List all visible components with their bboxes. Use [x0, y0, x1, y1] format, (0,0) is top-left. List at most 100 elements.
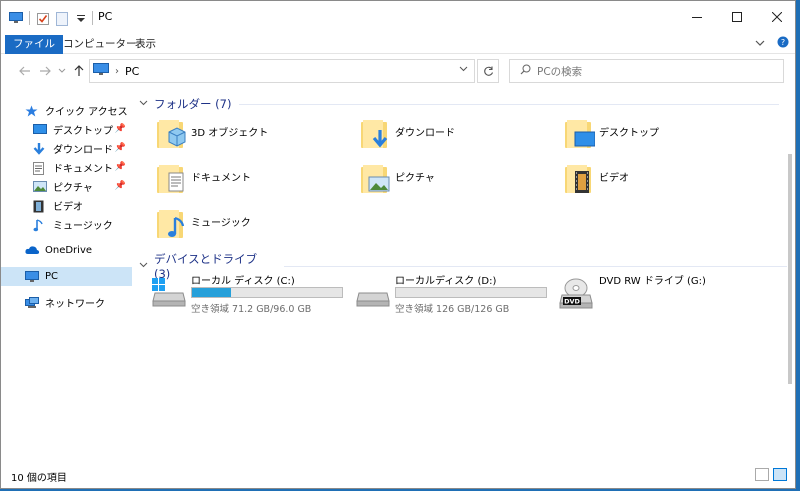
sidebar-item-desktop[interactable]: デスクトップ 📌 — [1, 120, 132, 139]
folder-desktop-icon — [563, 118, 596, 152]
properties-icon[interactable] — [36, 12, 50, 25]
content-pane: フォルダー (7) 3D オブジェクト ダウンロード デスクトップ ドキュメント… — [135, 94, 787, 464]
drive-c[interactable]: ローカル ディスク (C:) 空き領域 71.2 GB/96.0 GB — [151, 271, 351, 315]
download-arrow-icon — [33, 142, 47, 155]
sidebar-item-label: ピクチャ — [53, 183, 93, 194]
address-bar[interactable]: › PC — [89, 59, 475, 83]
folder-music-icon — [155, 208, 187, 242]
folder-videos[interactable]: ビデオ — [563, 163, 763, 203]
sidebar-item-onedrive[interactable]: OneDrive — [1, 241, 132, 260]
pin-icon[interactable]: 📌 — [115, 162, 126, 172]
navigation-row: › PC PCの検索 — [1, 56, 795, 86]
tab-view[interactable]: 表示 — [127, 35, 164, 54]
ribbon-tabs: ファイル コンピューター 表示 ? — [1, 33, 795, 54]
sidebar-item-music[interactable]: ミュージック — [1, 215, 132, 234]
computer-icon — [93, 63, 109, 79]
explorer-window: PC ファイル コンピューター 表示 ? › PC PCの検索 クイック アクセ… — [0, 0, 796, 489]
folder-desktop[interactable]: デスクトップ — [563, 118, 763, 158]
customize-toolbar-icon[interactable] — [76, 12, 86, 24]
close-button[interactable] — [757, 1, 795, 33]
new-folder-icon[interactable] — [56, 12, 70, 26]
folder-3d-objects-icon — [155, 118, 187, 152]
folder-pictures[interactable]: ピクチャ — [359, 163, 559, 203]
drive-usage-bar — [395, 287, 547, 298]
sidebar-item-downloads[interactable]: ダウンロード 📌 — [1, 139, 132, 158]
breadcrumb-pc[interactable]: PC — [125, 65, 139, 78]
folder-music[interactable]: ミュージック — [155, 208, 355, 248]
group-header-folders[interactable]: フォルダー (7) — [139, 96, 780, 112]
drive-d[interactable]: ローカルディスク (D:) 空き領域 126 GB/126 GB — [355, 271, 555, 315]
folder-label: ダウンロード — [395, 128, 455, 139]
folder-documents-icon — [155, 163, 187, 197]
sidebar-item-label: ネットワーク — [45, 299, 105, 310]
minimize-icon — [692, 17, 702, 18]
navigation-pane: クイック アクセス デスクトップ 📌 ダウンロード 📌 ドキュメント 📌 ピクチ… — [1, 94, 133, 464]
status-bar: 10 個の項目 — [1, 464, 795, 488]
folder-3d-objects[interactable]: 3D オブジェクト — [155, 118, 355, 158]
drive-label: DVD RW ドライブ (G:) — [599, 276, 706, 287]
forward-button[interactable] — [37, 63, 53, 79]
maximize-button[interactable] — [717, 1, 757, 33]
refresh-button[interactable] — [477, 59, 499, 83]
sidebar-item-quick-access[interactable]: クイック アクセス — [1, 101, 132, 120]
sidebar-item-label: ダウンロード — [53, 145, 113, 156]
chevron-down-icon — [139, 99, 148, 109]
folder-documents[interactable]: ドキュメント — [155, 163, 355, 203]
drive-g[interactable]: DVD DVD RW ドライブ (G:) — [559, 271, 759, 315]
folder-label: ミュージック — [191, 218, 251, 229]
folder-downloads[interactable]: ダウンロード — [359, 118, 559, 158]
address-dropdown-icon[interactable] — [459, 64, 468, 75]
title-bar: PC — [1, 1, 795, 33]
chevron-down-icon — [58, 68, 66, 73]
desktop-icon — [33, 123, 47, 136]
large-icons-view-icon[interactable] — [773, 468, 787, 481]
folder-downloads-icon — [359, 118, 391, 152]
sidebar-item-pc[interactable]: PC — [1, 267, 132, 286]
drive-free-space: 空き領域 126 GB/126 GB — [395, 304, 510, 315]
folder-videos-icon — [563, 163, 595, 197]
pin-icon[interactable]: 📌 — [115, 181, 126, 191]
dvd-drive-icon: DVD — [559, 277, 595, 309]
search-icon — [520, 64, 531, 78]
search-input[interactable]: PCの検索 — [509, 59, 784, 83]
vertical-scrollbar[interactable] — [785, 94, 795, 464]
folder-label: ビデオ — [599, 173, 629, 184]
pin-icon[interactable]: 📌 — [115, 143, 126, 153]
drive-usage-bar — [191, 287, 343, 298]
sidebar-item-label: ビデオ — [53, 202, 83, 213]
back-button[interactable] — [17, 63, 33, 79]
close-icon — [772, 12, 782, 22]
group-header-label: フォルダー (7) — [154, 97, 232, 111]
sidebar-item-documents[interactable]: ドキュメント 📌 — [1, 158, 132, 177]
details-view-icon[interactable] — [755, 468, 769, 481]
folder-label: 3D オブジェクト — [191, 128, 269, 139]
item-count: 10 個の項目 — [11, 473, 67, 484]
toolbar-divider — [29, 11, 30, 25]
sidebar-item-pictures[interactable]: ピクチャ 📌 — [1, 177, 132, 196]
minimize-button[interactable] — [677, 1, 717, 33]
sidebar-item-videos[interactable]: ビデオ — [1, 196, 132, 215]
scrollbar-thumb[interactable] — [788, 154, 792, 384]
svg-text:?: ? — [781, 38, 785, 47]
drive-label: ローカル ディスク (C:) — [191, 276, 295, 287]
up-button[interactable] — [71, 63, 87, 79]
sidebar-item-label: ドキュメント — [53, 164, 113, 175]
help-icon[interactable]: ? — [777, 36, 789, 51]
chevron-down-icon — [139, 261, 148, 271]
drive-free-space: 空き領域 71.2 GB/96.0 GB — [191, 304, 312, 315]
sidebar-item-network[interactable]: ネットワーク — [1, 293, 132, 312]
drive-usage-fill — [192, 288, 231, 297]
recent-locations-button[interactable] — [57, 63, 67, 79]
search-placeholder: PCの検索 — [537, 65, 583, 78]
music-note-icon — [33, 218, 47, 231]
computer-icon — [25, 270, 39, 283]
expand-ribbon-icon[interactable] — [755, 37, 765, 50]
sidebar-item-label: デスクトップ — [53, 126, 113, 137]
star-icon — [25, 105, 39, 117]
breadcrumb-separator-icon: › — [115, 65, 119, 77]
arrow-left-icon — [19, 66, 30, 76]
drive-label: ローカルディスク (D:) — [395, 276, 497, 287]
network-icon — [25, 296, 39, 309]
arrow-right-icon — [40, 66, 51, 76]
pin-icon[interactable]: 📌 — [115, 124, 126, 134]
